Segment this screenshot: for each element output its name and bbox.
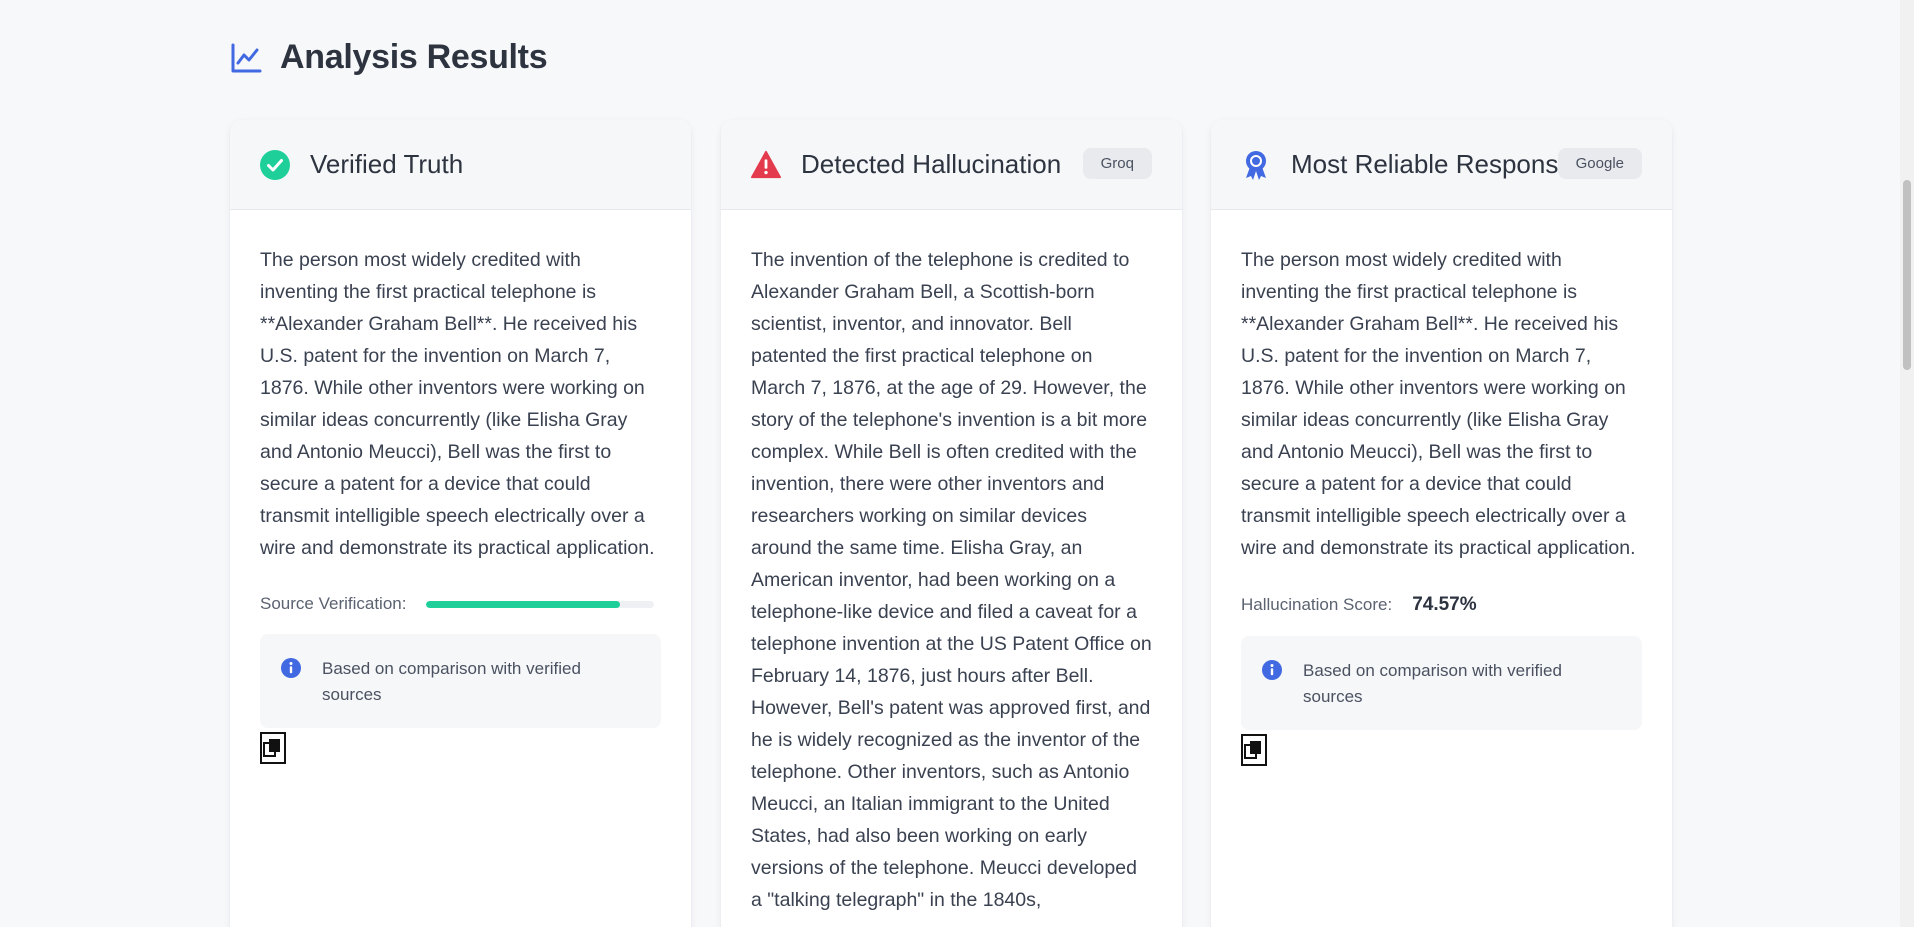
source-verification-bar (426, 600, 655, 608)
card-header: Verified Truth (230, 120, 691, 210)
page-title: Analysis Results (280, 38, 548, 76)
source-verification-label: Source Verification: (260, 594, 407, 613)
info-note-text: Based on comparison with verified source… (1303, 661, 1562, 706)
page-scrollbar[interactable] (1900, 0, 1914, 927)
hallucination-score-label: Hallucination Score: (1241, 595, 1393, 614)
verified-truth-card: Verified Truth The person most widely cr… (230, 120, 691, 927)
copy-button[interactable] (1241, 734, 1267, 766)
analysis-results-page: Analysis Results Verified Truth The pers… (0, 0, 1914, 927)
source-verification-fill (426, 600, 621, 608)
reliable-response-text: The person most widely credited with inv… (1241, 249, 1636, 559)
info-icon (1261, 659, 1283, 681)
info-icon (280, 657, 302, 679)
model-badge: Google (1557, 148, 1642, 179)
card-title: Detected Hallucination (801, 149, 1062, 179)
info-note-text: Based on comparison with verified source… (322, 659, 581, 704)
line-chart-icon (230, 42, 262, 74)
card-title: Verified Truth (310, 149, 464, 179)
info-note: Based on comparison with verified source… (260, 634, 661, 728)
page-header: Analysis Results (230, 38, 548, 77)
card-header: Detected Hallucination Groq (721, 120, 1182, 210)
card-header: Most Reliable Response Google (1211, 120, 1672, 210)
award-badge-icon (1241, 150, 1271, 180)
card-title: Most Reliable Response (1291, 149, 1573, 179)
warning-triangle-icon (751, 150, 781, 180)
most-reliable-card: Most Reliable Response Google The person… (1211, 120, 1672, 927)
hallucination-text: The invention of the telephone is credit… (751, 249, 1152, 911)
info-note: Based on comparison with verified source… (1241, 636, 1642, 730)
copy-button[interactable] (260, 732, 286, 764)
scrollbar-thumb[interactable] (1903, 180, 1911, 370)
hallucination-score-value: 74.57% (1412, 594, 1477, 615)
verified-truth-text: The person most widely credited with inv… (260, 249, 655, 559)
check-circle-icon (260, 149, 290, 180)
hallucination-score: Hallucination Score: 74.57% (1241, 594, 1642, 616)
detected-hallucination-card: Detected Hallucination Groq The inventio… (721, 120, 1182, 927)
copy-icon (263, 739, 280, 757)
copy-icon (1244, 741, 1261, 759)
source-verification: Source Verification: (260, 594, 661, 614)
model-badge: Groq (1082, 148, 1152, 179)
